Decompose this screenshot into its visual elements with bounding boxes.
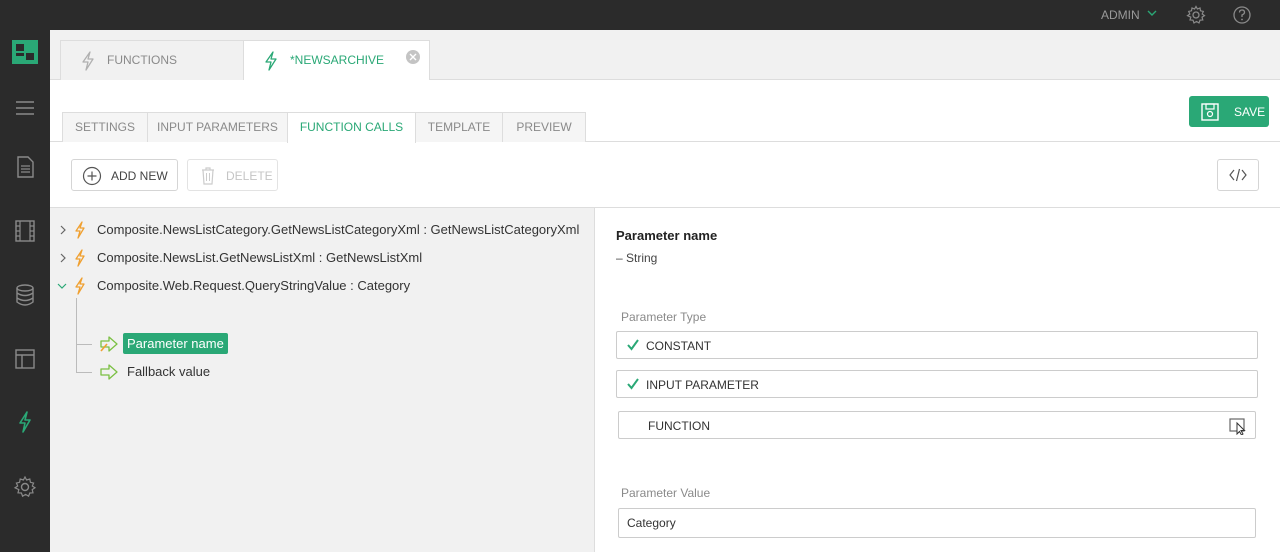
top-bar: ADMIN <box>0 0 1280 30</box>
media-icon[interactable] <box>13 219 37 243</box>
action-toolbar: ADD NEW DELETE <box>50 143 1280 208</box>
tab-function-calls[interactable]: FUNCTION CALLS <box>287 112 416 143</box>
tab-newsarchive[interactable]: *NEWSARCHIVE <box>243 40 430 81</box>
save-button[interactable]: SAVE <box>1189 96 1269 127</box>
function-icon <box>82 51 94 71</box>
tree-node-label: Parameter name <box>123 333 228 354</box>
property-title: Parameter name <box>616 228 718 243</box>
system-icon[interactable] <box>13 475 37 499</box>
add-icon <box>82 166 102 186</box>
delete-button[interactable]: DELETE <box>187 159 278 191</box>
parameter-arrow-icon <box>100 364 118 380</box>
option-label: INPUT PARAMETER <box>646 378 759 392</box>
tree-node-label: Composite.NewsList.GetNewsListXml : GetN… <box>97 250 423 265</box>
code-icon <box>1229 168 1247 182</box>
parameter-arrow-icon <box>100 336 118 352</box>
chevron-down-icon[interactable] <box>57 282 67 290</box>
tab-template[interactable]: TEMPLATE <box>415 112 503 142</box>
option-label: CONSTANT <box>646 339 712 353</box>
pages-icon[interactable] <box>13 155 37 179</box>
checkmark-icon <box>627 378 639 390</box>
tree-param-node[interactable]: Fallback value <box>50 360 595 384</box>
functions-icon[interactable] <box>13 410 37 434</box>
help-icon[interactable] <box>1232 5 1252 25</box>
parameter-type-label: Parameter Type <box>621 310 707 324</box>
code-view-button[interactable] <box>1217 159 1259 191</box>
tree-node-label: Fallback value <box>127 364 211 379</box>
layout-icon[interactable] <box>13 347 37 371</box>
tree-node-label: Composite.Web.Request.QueryStringValue :… <box>97 278 411 293</box>
gear-icon[interactable] <box>1186 5 1206 25</box>
data-icon[interactable] <box>13 283 37 307</box>
user-menu[interactable]: ADMIN <box>1101 8 1140 22</box>
tab-input-parameters[interactable]: INPUT PARAMETERS <box>147 112 288 142</box>
tree-node-label: Composite.NewsListCategory.GetNewsListCa… <box>97 222 580 237</box>
close-icon[interactable] <box>405 49 421 65</box>
main-panel: FUNCTIONS *NEWSARCHIVE SETTINGS INPUT PA… <box>50 30 1280 552</box>
parameter-value-input[interactable] <box>618 508 1256 538</box>
function-icon <box>75 277 85 295</box>
logo[interactable] <box>12 40 38 64</box>
function-icon <box>75 221 85 239</box>
sidebar <box>0 0 50 552</box>
function-icon <box>75 249 85 267</box>
option-constant[interactable]: CONSTANT <box>616 331 1258 359</box>
chevron-down-icon[interactable] <box>1146 7 1158 19</box>
function-calls-tree: Composite.NewsListCategory.GetNewsListCa… <box>50 208 595 552</box>
parameter-value-label: Parameter Value <box>621 486 711 500</box>
tab-label: FUNCTIONS <box>107 53 177 67</box>
cursor-icon <box>1229 418 1246 435</box>
editor-tabs-bar: SETTINGS INPUT PARAMETERS FUNCTION CALLS… <box>50 80 1280 143</box>
tab-settings[interactable]: SETTINGS <box>62 112 148 142</box>
tab-preview[interactable]: PREVIEW <box>502 112 586 142</box>
function-icon <box>265 51 277 71</box>
checkmark-icon <box>627 339 639 351</box>
save-icon <box>1201 103 1219 121</box>
tree-param-node[interactable]: Parameter name <box>50 332 595 356</box>
option-function[interactable]: FUNCTION <box>618 411 1256 439</box>
tree-node[interactable]: Composite.NewsListCategory.GetNewsListCa… <box>50 218 595 242</box>
tab-label: *NEWSARCHIVE <box>290 53 385 67</box>
tree-node[interactable]: Composite.NewsList.GetNewsListXml : GetN… <box>50 246 595 270</box>
tree-node[interactable]: Composite.Web.Request.QueryStringValue :… <box>50 274 595 298</box>
add-new-button[interactable]: ADD NEW <box>71 159 178 191</box>
add-new-label: ADD NEW <box>111 169 168 183</box>
parameter-properties: Parameter name – String Parameter Type C… <box>596 208 1280 552</box>
option-input-parameter[interactable]: INPUT PARAMETER <box>616 370 1258 398</box>
document-tabs: FUNCTIONS *NEWSARCHIVE <box>50 30 1280 81</box>
option-label: FUNCTION <box>648 419 710 433</box>
delete-label: DELETE <box>226 169 273 183</box>
menu-icon[interactable] <box>13 96 37 120</box>
chevron-right-icon[interactable] <box>59 253 67 263</box>
chevron-right-icon[interactable] <box>59 225 67 235</box>
trash-icon <box>202 167 214 185</box>
save-label: SAVE <box>1234 105 1266 119</box>
tab-functions[interactable]: FUNCTIONS <box>60 40 244 80</box>
property-type: – String <box>616 251 658 265</box>
